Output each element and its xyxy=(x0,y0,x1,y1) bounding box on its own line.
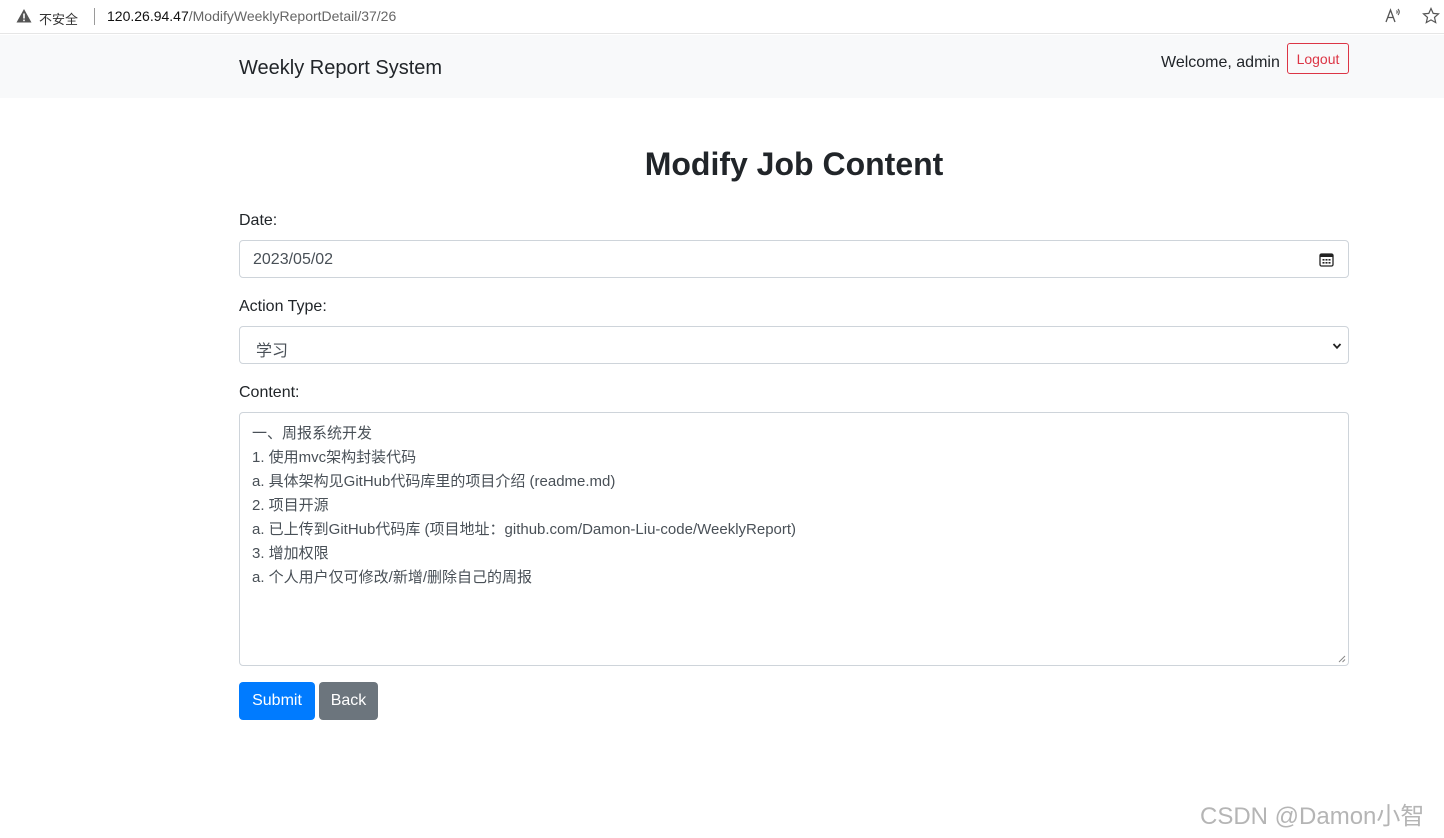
action-type-value: 学习 xyxy=(256,343,289,360)
insecure-label[interactable]: 不安全 xyxy=(39,9,78,28)
url-path: /ModifyWeeklyReportDetail/37/26 xyxy=(188,8,397,24)
content-lines: 一、周报系统开发 1. 使用mvc架构封装代码 a. 具体架构见GitHub代码… xyxy=(252,422,796,590)
warning-icon[interactable] xyxy=(16,8,32,24)
content-line: a. 已上传到GitHub代码库 (项目地址：github.com/Damon-… xyxy=(252,521,797,538)
welcome-text: Welcome, admin xyxy=(1161,54,1280,71)
url-field[interactable]: 120.26.94.47/ModifyWeeklyReportDetail/37… xyxy=(107,8,396,24)
content-line: 一、周报系统开发 xyxy=(252,425,373,442)
submit-button[interactable]: Submit xyxy=(239,682,315,720)
logout-button[interactable]: Logout xyxy=(1287,43,1349,74)
navbar: Weekly Report System Welcome, admin Logo… xyxy=(0,35,1444,98)
content-line: 2. 项目开源 xyxy=(252,497,329,514)
url-host: 120.26.94.47 xyxy=(107,8,189,24)
action-type-select[interactable]: 学习 xyxy=(239,326,1349,364)
content-line: 3. 增加权限 xyxy=(252,545,329,562)
navbar-brand[interactable]: Weekly Report System xyxy=(239,57,442,80)
resize-handle-icon[interactable] xyxy=(1338,655,1346,663)
action-type-label: Action Type: xyxy=(239,298,327,315)
favorite-icon[interactable] xyxy=(1422,7,1440,25)
content-line: a. 个人用户仅可修改/新增/删除自己的周报 xyxy=(252,569,533,586)
date-value: 2023/05/02 xyxy=(253,251,334,268)
calendar-icon[interactable] xyxy=(1319,252,1334,267)
date-input[interactable]: 2023/05/02 xyxy=(239,240,1349,278)
read-aloud-icon[interactable] xyxy=(1384,7,1402,25)
chevron-down-icon xyxy=(1332,343,1342,350)
browser-address-bar: 不安全 120.26.94.47/ModifyWeeklyReportDetai… xyxy=(0,0,1444,34)
content-line: 1. 使用mvc架构封装代码 xyxy=(252,449,417,466)
watermark: CSDN @Damon小智 xyxy=(1200,803,1425,830)
content-label: Content: xyxy=(239,384,300,401)
content-textarea[interactable]: 一、周报系统开发 1. 使用mvc架构封装代码 a. 具体架构见GitHub代码… xyxy=(239,412,1349,666)
back-button[interactable]: Back xyxy=(319,682,378,720)
content-line: a. 具体架构见GitHub代码库里的项目介绍 (readme.md) xyxy=(252,473,616,490)
date-label: Date: xyxy=(239,212,278,229)
address-separator xyxy=(94,8,95,25)
page-title: Modify Job Content xyxy=(644,146,944,182)
